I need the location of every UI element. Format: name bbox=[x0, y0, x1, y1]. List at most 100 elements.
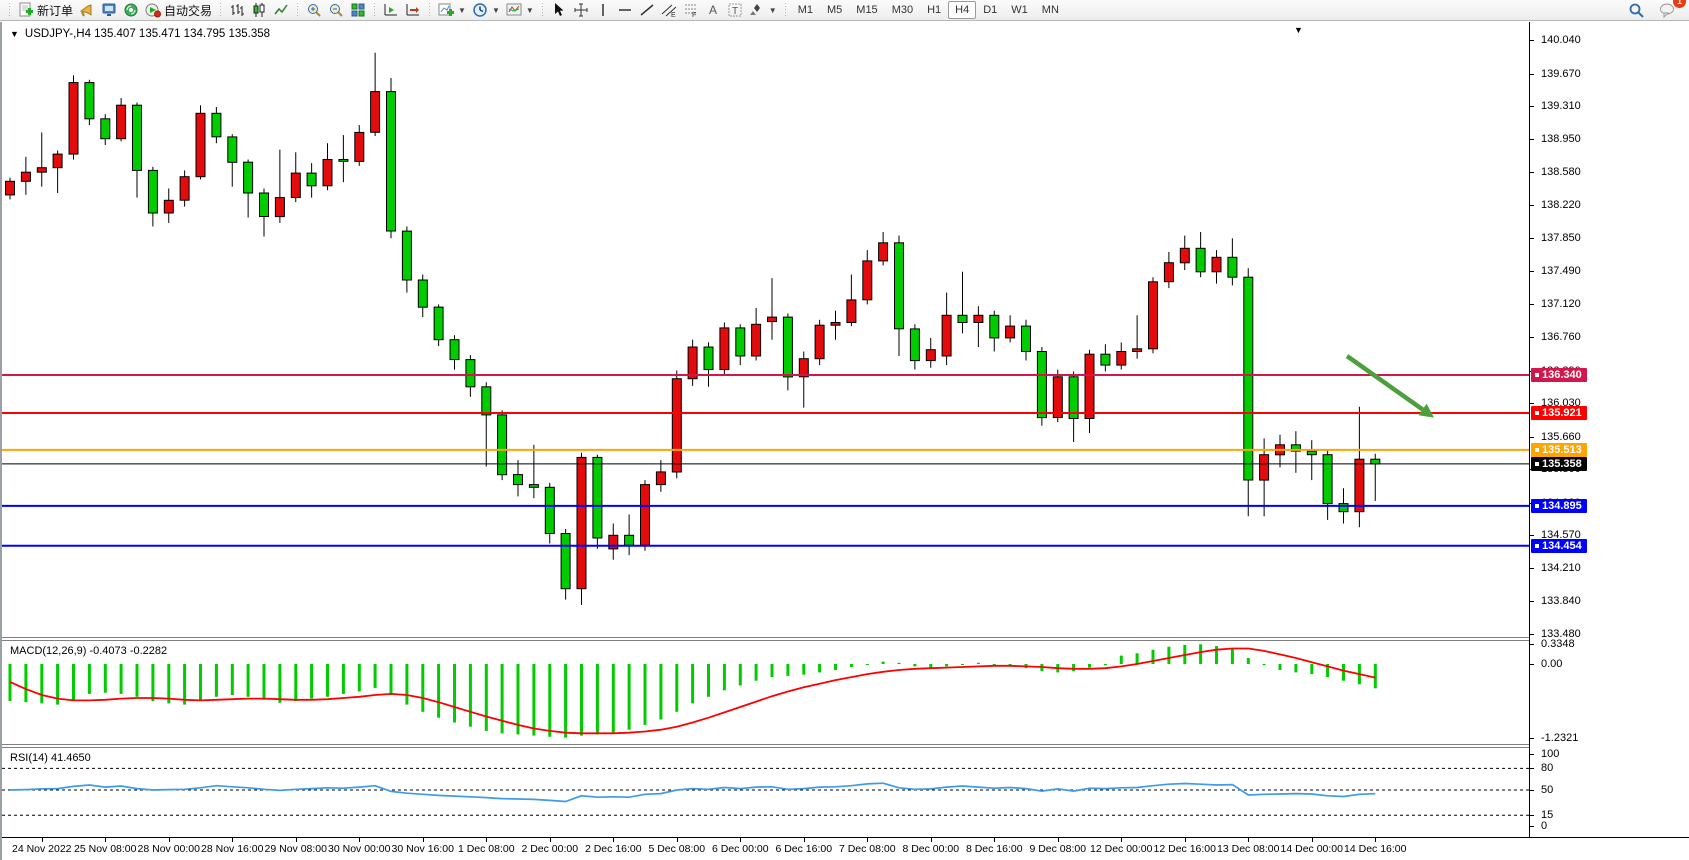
time-axis-label: 30 Nov 16:00 bbox=[392, 843, 454, 855]
vertical-line-button[interactable] bbox=[592, 0, 614, 20]
time-axis-label: 7 Dec 08:00 bbox=[839, 843, 896, 855]
toolbar-grip[interactable] bbox=[217, 2, 224, 18]
toolbar-grip[interactable] bbox=[371, 2, 378, 18]
time-axis-label: 14 Dec 00:00 bbox=[1281, 843, 1343, 855]
signals-button[interactable] bbox=[120, 0, 142, 20]
crosshair-button[interactable] bbox=[570, 0, 592, 20]
toolbar-grip[interactable] bbox=[294, 2, 301, 18]
add-indicator-button[interactable]: ▼ bbox=[435, 0, 469, 20]
price-tick-label: 134.210 bbox=[1541, 562, 1581, 574]
zoom-in-button[interactable] bbox=[303, 0, 325, 20]
insert-group: ▼ ▼ ▼ bbox=[435, 0, 537, 21]
tile-windows-button[interactable] bbox=[347, 0, 369, 20]
axis-tick-mark bbox=[1530, 826, 1534, 827]
timeframe-m5[interactable]: M5 bbox=[820, 1, 849, 19]
scroll-group bbox=[380, 0, 424, 21]
time-tick-mark bbox=[740, 838, 741, 842]
rsi-scale-label: 80 bbox=[1541, 762, 1553, 774]
time-axis-label: 2 Dec 00:00 bbox=[521, 843, 578, 855]
time-axis-label: 8 Dec 16:00 bbox=[966, 843, 1023, 855]
timeframe-m15[interactable]: M15 bbox=[849, 1, 884, 19]
time-tick-mark bbox=[931, 838, 932, 842]
timeframe-d1[interactable]: D1 bbox=[976, 1, 1004, 19]
chart-canvas[interactable] bbox=[2, 22, 1529, 860]
axis-tick-mark bbox=[1530, 139, 1534, 140]
time-axis[interactable]: 24 Nov 202225 Nov 08:0028 Nov 00:0028 No… bbox=[2, 838, 1689, 860]
axis-tick-mark bbox=[1530, 535, 1534, 536]
chart-type-group bbox=[226, 0, 292, 21]
price-tick-label: 133.840 bbox=[1541, 595, 1581, 607]
bar-chart-button[interactable] bbox=[226, 0, 248, 20]
timeframe-mn[interactable]: MN bbox=[1035, 1, 1066, 19]
time-tick-mark bbox=[105, 838, 106, 842]
time-axis-label: 24 Nov 2022 bbox=[12, 843, 72, 855]
price-tick-label: 138.220 bbox=[1541, 199, 1581, 211]
time-tick-mark bbox=[1312, 838, 1313, 842]
time-tick-mark bbox=[169, 838, 170, 842]
timeframe-h4[interactable]: H4 bbox=[948, 1, 976, 19]
timeframe-m30[interactable]: M30 bbox=[885, 1, 920, 19]
time-axis-label: 8 Dec 00:00 bbox=[902, 843, 959, 855]
timeframe-w1[interactable]: W1 bbox=[1004, 1, 1035, 19]
timeframe-h1[interactable]: H1 bbox=[920, 1, 948, 19]
text-label-button[interactable]: T bbox=[724, 0, 746, 20]
periods-button[interactable]: ▼ bbox=[469, 0, 503, 20]
axis-tick-mark bbox=[1530, 238, 1534, 239]
pane-separator[interactable] bbox=[2, 637, 1689, 641]
price-level-tag[interactable]: 136.340 bbox=[1531, 368, 1587, 382]
trendline-button[interactable] bbox=[636, 0, 658, 20]
chart-title: ▼ USDJPY-,H4 135.407 135.471 134.795 135… bbox=[10, 28, 270, 40]
clock-icon bbox=[472, 2, 488, 18]
line-chart-button[interactable] bbox=[270, 0, 292, 20]
ideas-button[interactable] bbox=[76, 0, 98, 20]
timeframe-m1[interactable]: M1 bbox=[791, 1, 820, 19]
axis-tick-mark bbox=[1530, 74, 1534, 75]
cursor-button[interactable] bbox=[548, 0, 570, 20]
toolbar-grip[interactable] bbox=[6, 2, 13, 18]
toolbar-grip[interactable] bbox=[782, 2, 789, 18]
autotrading-button[interactable]: 自动交易 bbox=[142, 0, 215, 21]
time-tick-mark bbox=[1058, 838, 1059, 842]
templates-button[interactable]: ▼ bbox=[503, 0, 537, 20]
time-tick-mark bbox=[677, 838, 678, 842]
collapse-arrow-icon[interactable]: ▼ bbox=[10, 29, 19, 39]
text-button[interactable]: A bbox=[702, 0, 724, 20]
search-button[interactable] bbox=[1625, 0, 1648, 21]
horizontal-line-icon bbox=[617, 2, 633, 18]
fibonacci-button[interactable]: F bbox=[680, 0, 702, 20]
timeframe-group: M1M5M15M30H1H4D1W1MN bbox=[791, 0, 1066, 21]
channel-button[interactable]: E bbox=[658, 0, 680, 20]
notifications-button[interactable]: 1 bbox=[1656, 0, 1679, 20]
time-axis-label: 9 Dec 08:00 bbox=[1029, 843, 1086, 855]
zoom-group bbox=[303, 0, 369, 21]
macd-scale-label: 0.00 bbox=[1541, 658, 1562, 670]
price-tick-label: 136.760 bbox=[1541, 331, 1581, 343]
zoom-out-button[interactable] bbox=[325, 0, 347, 20]
auto-scroll-button[interactable] bbox=[380, 0, 402, 20]
chart-shift-button[interactable] bbox=[402, 0, 424, 20]
price-level-tag[interactable]: 135.513 bbox=[1531, 443, 1587, 457]
axis-tick-mark bbox=[1530, 40, 1534, 41]
cursor-icon bbox=[551, 2, 567, 18]
rsi-indicator-label: RSI(14) 41.4650 bbox=[10, 752, 91, 764]
candlestick-chart-button[interactable] bbox=[248, 0, 270, 20]
text-label-icon: T bbox=[727, 2, 743, 18]
time-tick-mark bbox=[1248, 838, 1249, 842]
price-level-tag[interactable]: 135.358 bbox=[1531, 457, 1587, 471]
time-tick-mark bbox=[1375, 838, 1376, 842]
toolbar-grip[interactable] bbox=[426, 2, 433, 18]
price-level-tag[interactable]: 134.895 bbox=[1531, 499, 1587, 513]
time-axis-label: 28 Nov 16:00 bbox=[201, 843, 263, 855]
price-level-tag[interactable]: 135.921 bbox=[1531, 406, 1587, 420]
axis-tick-mark bbox=[1530, 205, 1534, 206]
pane-separator[interactable] bbox=[2, 744, 1689, 748]
market-watch-button[interactable] bbox=[98, 0, 120, 20]
toolbar-grip[interactable] bbox=[539, 2, 546, 18]
new-order-button[interactable]: 新订单 bbox=[15, 0, 76, 21]
axis-tick-mark bbox=[1530, 768, 1534, 769]
horizontal-line-button[interactable] bbox=[614, 0, 636, 20]
shapes-button[interactable]: ▼ bbox=[746, 0, 780, 20]
price-axis[interactable]: 140.040139.670139.310138.950138.580138.2… bbox=[1530, 22, 1689, 837]
time-tick-mark bbox=[1121, 838, 1122, 842]
price-level-tag[interactable]: 134.454 bbox=[1531, 539, 1587, 553]
